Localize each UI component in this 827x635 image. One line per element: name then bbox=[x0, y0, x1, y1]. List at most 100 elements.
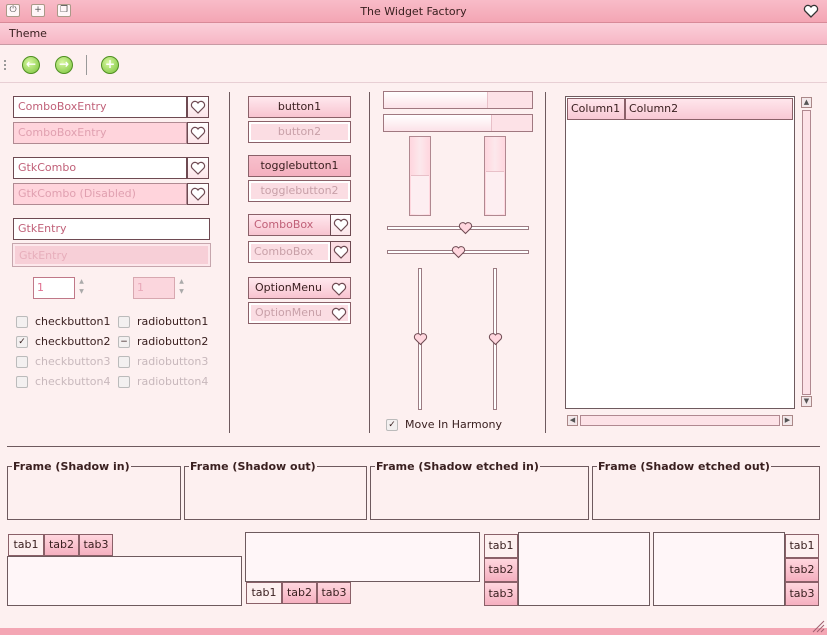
checkbutton4-label: checkbutton4 bbox=[35, 375, 111, 388]
column-separator bbox=[369, 92, 370, 433]
checkbutton3-label: checkbutton3 bbox=[35, 355, 111, 368]
tab1[interactable]: tab1 bbox=[246, 582, 282, 604]
tab1[interactable]: tab1 bbox=[8, 534, 44, 556]
heart-icon[interactable] bbox=[187, 96, 209, 118]
toolbar-grip[interactable] bbox=[4, 60, 7, 70]
horizontal-separator bbox=[7, 446, 820, 447]
window-bottom-border bbox=[0, 628, 827, 635]
heart-icon bbox=[187, 122, 209, 144]
notebook-panel bbox=[518, 532, 650, 606]
radiobutton3-label: radiobutton3 bbox=[137, 355, 209, 368]
tab2[interactable]: tab2 bbox=[484, 558, 518, 582]
spin-arrows-disabled: ▲ ▼ bbox=[179, 278, 184, 295]
radiobutton2-label: radiobutton2 bbox=[137, 335, 209, 348]
vertical-progress-1 bbox=[409, 136, 431, 216]
scroll-up-icon[interactable]: ▲ bbox=[801, 97, 812, 108]
gtk-entry[interactable]: GtkEntry bbox=[13, 218, 210, 240]
window-title: The Widget Factory bbox=[360, 5, 467, 18]
scroll-right-icon[interactable]: ▶ bbox=[782, 415, 793, 426]
scroll-down-icon[interactable]: ▼ bbox=[801, 396, 812, 407]
heart-icon bbox=[331, 279, 347, 304]
frame-shadow-out bbox=[184, 466, 367, 520]
tab1[interactable]: tab1 bbox=[785, 534, 819, 558]
tab1[interactable]: tab1 bbox=[484, 534, 518, 558]
radio-1[interactable] bbox=[118, 316, 130, 328]
frame-label: Frame (Shadow etched in) bbox=[375, 460, 540, 473]
radio-2[interactable]: − bbox=[118, 336, 130, 348]
column1-header[interactable]: Column1 bbox=[567, 98, 625, 120]
tab3[interactable]: tab3 bbox=[79, 534, 113, 556]
heart-icon bbox=[331, 304, 347, 329]
tab2[interactable]: tab2 bbox=[282, 582, 317, 604]
heart-slider-knob[interactable] bbox=[488, 332, 503, 346]
forward-icon[interactable]: → bbox=[55, 56, 73, 74]
frame-label: Frame (Shadow out) bbox=[189, 460, 317, 473]
tab2[interactable]: tab2 bbox=[785, 558, 819, 582]
heart-icon bbox=[330, 241, 351, 263]
vertical-progress-2 bbox=[484, 136, 506, 216]
resize-grip-icon[interactable] bbox=[810, 618, 825, 633]
checkbox-3 bbox=[16, 356, 28, 368]
checkbox-2[interactable]: ✓ bbox=[16, 336, 28, 348]
vertical-scrollbar[interactable] bbox=[802, 110, 811, 395]
notebook-panel bbox=[245, 532, 480, 582]
heart-icon[interactable] bbox=[330, 214, 351, 236]
spin-arrows[interactable]: ▲ ▼ bbox=[76, 277, 87, 299]
togglebutton2: togglebutton2 bbox=[248, 180, 351, 202]
heart-slider-knob[interactable] bbox=[451, 245, 466, 259]
tree-view[interactable] bbox=[565, 96, 795, 409]
column2-header[interactable]: Column2 bbox=[625, 98, 793, 120]
radiobutton4-label: radiobutton4 bbox=[137, 375, 209, 388]
toolbar bbox=[0, 46, 827, 83]
tab3[interactable]: tab3 bbox=[785, 582, 819, 606]
back-icon[interactable]: ← bbox=[22, 56, 40, 74]
radiobutton1-label: radiobutton1 bbox=[137, 315, 209, 328]
frame-shadow-etched-in bbox=[370, 466, 589, 520]
progress-bar-1 bbox=[383, 91, 533, 109]
tab2[interactable]: tab2 bbox=[44, 534, 79, 556]
scroll-left-icon[interactable]: ◀ bbox=[567, 415, 578, 426]
heart-icon bbox=[187, 183, 209, 205]
heart-icon[interactable] bbox=[187, 157, 209, 179]
combobox2: ComboBox bbox=[248, 241, 331, 263]
toolbar-separator bbox=[86, 55, 87, 75]
combobox1[interactable]: ComboBox bbox=[248, 214, 331, 236]
harmony-label: Move In Harmony bbox=[405, 418, 502, 431]
frame-label: Frame (Shadow etched out) bbox=[597, 460, 771, 473]
checkbox-1[interactable] bbox=[16, 316, 28, 328]
tab3[interactable]: tab3 bbox=[484, 582, 518, 606]
harmony-checkbox[interactable]: ✓ bbox=[386, 419, 398, 431]
togglebutton1[interactable]: togglebutton1 bbox=[248, 155, 351, 177]
button2: button2 bbox=[248, 121, 351, 143]
progress-bar-2 bbox=[383, 114, 533, 132]
combo-box-entry[interactable]: ComboBoxEntry bbox=[13, 96, 187, 118]
checkbox-4 bbox=[16, 376, 28, 388]
tab3[interactable]: tab3 bbox=[317, 582, 351, 604]
button1[interactable]: button1 bbox=[248, 96, 351, 118]
column-separator bbox=[545, 92, 546, 433]
frame-shadow-etched-out bbox=[592, 466, 820, 520]
spin-button-disabled: 1 bbox=[133, 277, 175, 299]
heart-slider-knob[interactable] bbox=[413, 332, 428, 346]
add-icon[interactable]: + bbox=[101, 56, 119, 74]
notebook-panel bbox=[653, 532, 785, 606]
menu-theme[interactable]: Theme bbox=[9, 27, 47, 40]
frame-shadow-in bbox=[7, 466, 181, 520]
close-heart-icon[interactable] bbox=[803, 4, 819, 19]
gtkcombo-entry[interactable]: GtkCombo bbox=[13, 157, 187, 179]
option-menu-disabled: OptionMenu bbox=[248, 302, 351, 324]
notebook-panel bbox=[7, 556, 242, 606]
gtkcombo-disabled: GtkCombo (Disabled) bbox=[13, 183, 187, 205]
spin-button[interactable]: 1 bbox=[33, 277, 75, 299]
option-menu[interactable]: OptionMenu bbox=[248, 277, 351, 299]
radio-4 bbox=[118, 376, 130, 388]
combo-box-entry-disabled: ComboBoxEntry bbox=[13, 122, 187, 144]
radio-3 bbox=[118, 356, 130, 368]
frame-label: Frame (Shadow in) bbox=[12, 460, 131, 473]
checkbutton1-label: checkbutton1 bbox=[35, 315, 111, 328]
checkbutton2-label: checkbutton2 bbox=[35, 335, 111, 348]
horizontal-scrollbar[interactable] bbox=[580, 415, 780, 426]
heart-slider-knob[interactable] bbox=[458, 221, 473, 235]
column-separator bbox=[229, 92, 230, 433]
gtk-entry-disabled: GtkEntry bbox=[12, 243, 211, 267]
